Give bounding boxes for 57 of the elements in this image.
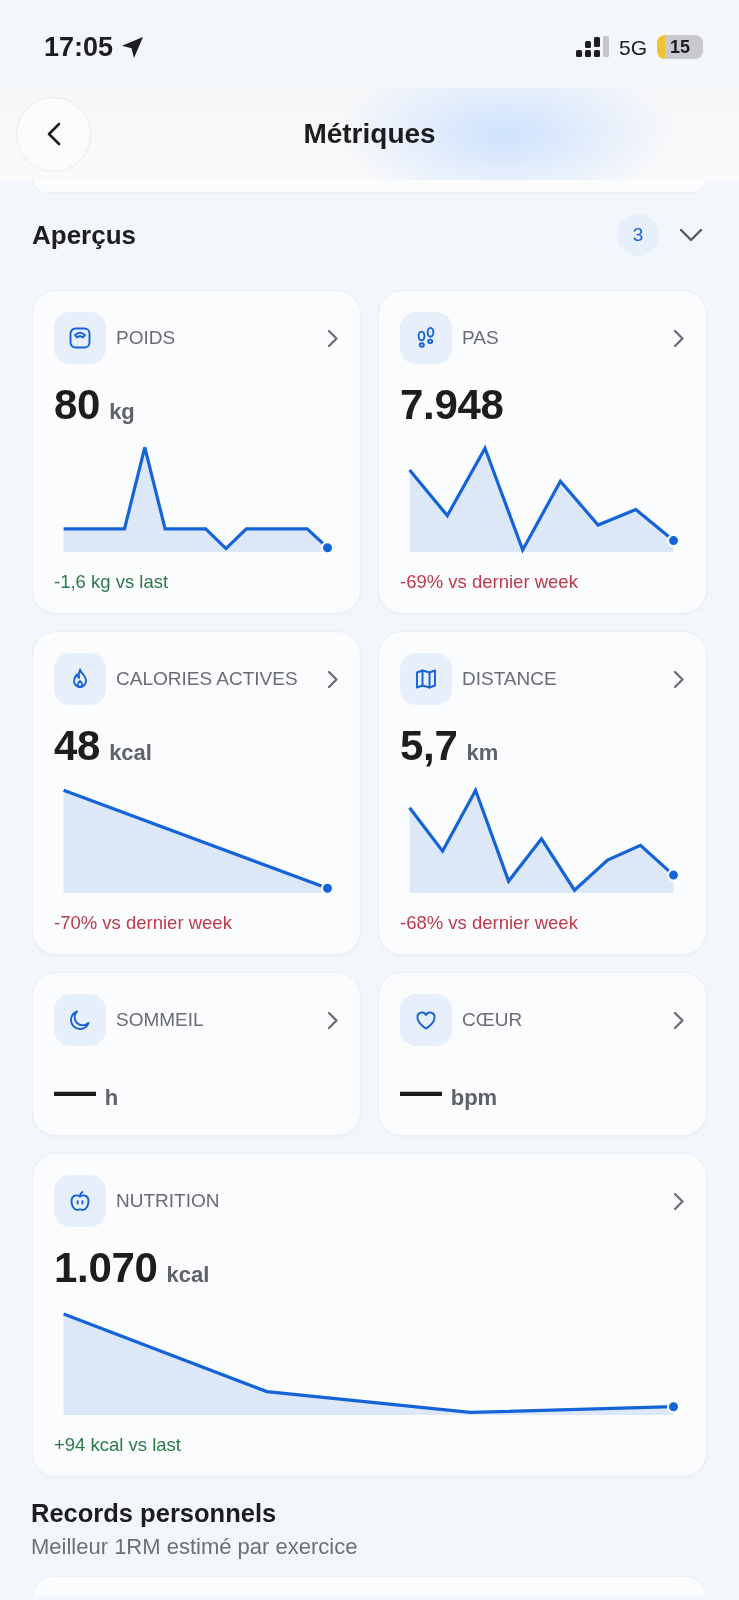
- chevron-down-icon[interactable]: [679, 228, 703, 242]
- signal-icon: [576, 36, 610, 58]
- chevron-right-icon: [327, 1010, 339, 1030]
- count-badge: 3: [617, 214, 659, 256]
- metric-value: 80: [54, 380, 101, 430]
- metric-unit: kcal: [166, 1261, 210, 1289]
- footprints-icon: [400, 312, 452, 364]
- trend-text: -69% vs dernier week: [400, 570, 578, 594]
- metric-card[interactable]: NUTRITION 1.070 kcal +94 kcal vs last: [32, 1153, 707, 1477]
- metric-label: SOMMEIL: [116, 1007, 204, 1032]
- metric-card[interactable]: CALORIES ACTIVES 48 kcal -70% vs dernier week: [32, 631, 361, 955]
- chevron-left-icon: [46, 122, 61, 146]
- chevron-right-icon: [327, 328, 339, 348]
- trend-text: -68% vs dernier week: [400, 911, 578, 935]
- map-icon: [400, 653, 452, 705]
- chevron-right-icon: [673, 1010, 685, 1030]
- metric-unit: bpm: [450, 1084, 498, 1112]
- metric-card[interactable]: DISTANCE 5,7 km -68% vs dernier week: [378, 631, 707, 955]
- metric-label: NUTRITION: [116, 1188, 220, 1213]
- metric-card[interactable]: POIDS 80 kg -1,6 kg vs last: [32, 290, 361, 614]
- trend-text: +94 kcal vs last: [54, 1433, 181, 1457]
- metric-label: POIDS: [116, 325, 176, 350]
- chevron-right-icon: [327, 669, 339, 689]
- trend-text: -70% vs dernier week: [54, 911, 232, 935]
- apple-icon: [54, 1175, 106, 1227]
- page-title: Métriques: [303, 117, 436, 151]
- flame-icon: [54, 653, 106, 705]
- metric-unit: kcal: [109, 739, 152, 767]
- metric-unit: h: [104, 1084, 119, 1112]
- scale-icon: [54, 312, 106, 364]
- metric-label: DISTANCE: [462, 666, 557, 691]
- clock-time: 17:05: [44, 33, 114, 61]
- location-arrow-icon: [121, 35, 145, 59]
- chevron-right-icon: [673, 1191, 685, 1211]
- chevron-right-icon: [673, 328, 685, 348]
- chevron-right-icon: [673, 669, 685, 689]
- metric-label: PAS: [462, 325, 499, 350]
- section-title: Aperçus: [32, 222, 137, 248]
- network-type: 5G: [619, 36, 647, 58]
- section-subtitle: Meilleur 1RM estimé par exercice: [31, 1533, 358, 1561]
- trend-text: -1,6 kg vs last: [54, 570, 169, 594]
- metric-label: CALORIES ACTIVES: [116, 666, 298, 691]
- metric-value: —: [400, 1066, 442, 1116]
- section-title: Records personnels: [31, 1498, 277, 1529]
- metric-value: 5,7: [400, 721, 458, 771]
- moon-icon: [54, 994, 106, 1046]
- metric-value: 48: [54, 721, 101, 771]
- metric-card[interactable]: CŒUR — bpm: [378, 972, 707, 1136]
- metric-card[interactable]: PAS 7.948 -69% vs dernier week: [378, 290, 707, 614]
- metric-value: 7.948: [400, 380, 504, 430]
- metric-label: CŒUR: [462, 1007, 523, 1032]
- metric-value: 1.070: [54, 1243, 158, 1293]
- metric-card[interactable]: SOMMEIL — h: [32, 972, 361, 1136]
- battery-indicator: 15: [657, 35, 703, 59]
- metric-value: —: [54, 1066, 96, 1116]
- metric-unit: km: [466, 739, 499, 767]
- metric-unit: kg: [109, 398, 135, 426]
